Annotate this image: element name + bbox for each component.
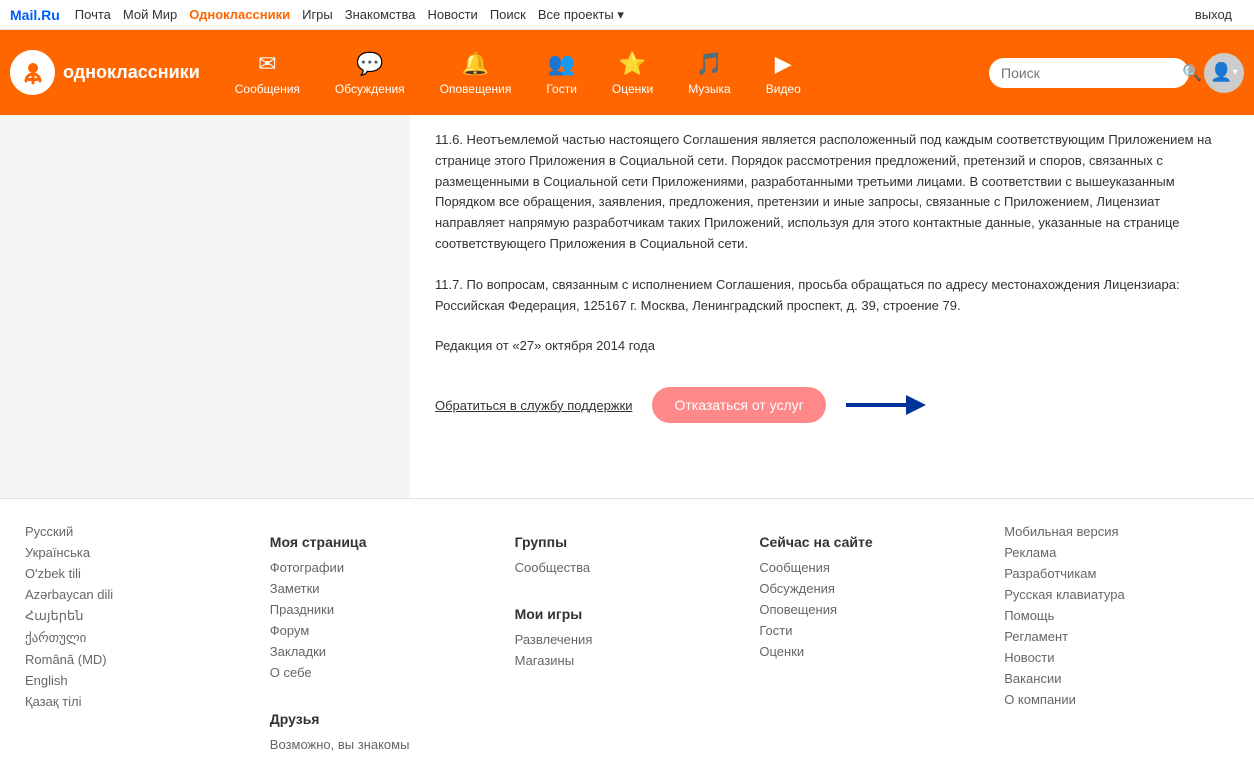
footer-regulations[interactable]: Регламент <box>1004 629 1229 644</box>
footer-my-games-title: Мои игры <box>515 606 740 622</box>
notifications-label: Оповещения <box>440 82 512 96</box>
nav-discussions[interactable]: 💬 Обсуждения <box>320 42 420 104</box>
mailru-logo[interactable]: Mail.Ru <box>10 7 60 23</box>
footer-keyboard[interactable]: Русская клавиатура <box>1004 587 1229 602</box>
footer-now-notifications[interactable]: Оповещения <box>759 602 984 617</box>
footer-news[interactable]: Новости <box>1004 650 1229 665</box>
footer-help[interactable]: Помощь <box>1004 608 1229 623</box>
nav-odnoklassniki[interactable]: Одноклассники <box>189 7 290 22</box>
lang-armenian[interactable]: Հայերեն <box>25 608 250 624</box>
nav-ratings[interactable]: ⭐ Оценки <box>597 42 668 104</box>
messages-icon: ✉ <box>253 50 281 78</box>
action-bar: Обратиться в службу поддержки Отказаться… <box>435 387 1229 423</box>
footer-communities[interactable]: Сообщества <box>515 560 740 575</box>
footer-holidays[interactable]: Праздники <box>270 602 495 617</box>
footer-groups-games: Группы Сообщества Мои игры Развлечения М… <box>505 524 750 758</box>
footer-bookmarks[interactable]: Закладки <box>270 644 495 659</box>
footer-now-on-site: Сейчас на сайте Сообщения Обсуждения Опо… <box>749 524 994 758</box>
revision-text: Редакция от «27» октября 2014 года <box>435 336 1229 357</box>
ok-header: одноклассники ✉ Сообщения 💬 Обсуждения 🔔… <box>0 30 1254 115</box>
video-label: Видео <box>766 82 801 96</box>
ratings-label: Оценки <box>612 82 653 96</box>
search-box: 🔍 <box>989 58 1189 88</box>
nav-allprojects[interactable]: Все проекты ▾ <box>538 7 624 23</box>
logout-link[interactable]: выход <box>1195 7 1232 22</box>
nav-igry[interactable]: Игры <box>302 7 333 22</box>
nav-music[interactable]: 🎵 Музыка <box>673 42 745 104</box>
lang-romanian[interactable]: Română (MD) <box>25 652 250 667</box>
footer-my-page-title: Моя страница <box>270 534 495 550</box>
nav-znakomstva[interactable]: Знакомства <box>345 7 416 22</box>
lang-english[interactable]: English <box>25 673 250 688</box>
main-wrapper: 11.6. Неотъемлемой частью настоящего Сог… <box>0 115 1254 498</box>
footer-now-discussions[interactable]: Обсуждения <box>759 581 984 596</box>
nav-poisk[interactable]: Поиск <box>490 7 526 22</box>
footer-ads[interactable]: Реклама <box>1004 545 1229 560</box>
footer-now-title: Сейчас на сайте <box>759 534 984 550</box>
cancel-services-button[interactable]: Отказаться от услуг <box>652 387 825 423</box>
guests-icon: 👥 <box>548 50 576 78</box>
ok-logo-icon <box>10 50 55 95</box>
music-label: Музыка <box>688 82 730 96</box>
lang-uzbek[interactable]: O'zbek tili <box>25 566 250 581</box>
footer-now-ratings[interactable]: Оценки <box>759 644 984 659</box>
footer-groups-title: Группы <box>515 534 740 550</box>
messages-label: Сообщения <box>235 82 300 96</box>
footer: Русский Українська O'zbek tili Azərbayca… <box>0 498 1254 773</box>
footer-vacancies[interactable]: Вакансии <box>1004 671 1229 686</box>
footer-maybe-know[interactable]: Возможно, вы знакомы <box>270 737 495 752</box>
nav-novosti[interactable]: Новости <box>427 7 477 22</box>
video-icon: ▶ <box>769 50 797 78</box>
ratings-icon: ⭐ <box>619 50 647 78</box>
lang-russian[interactable]: Русский <box>25 524 250 539</box>
footer-about[interactable]: О себе <box>270 665 495 680</box>
paragraph-2: 11.7. По вопросам, связанным с исполнени… <box>435 275 1229 317</box>
footer-my-page: Моя страница Фотографии Заметки Праздник… <box>260 524 505 758</box>
nav-notifications[interactable]: 🔔 Оповещения <box>425 42 527 104</box>
user-avatar[interactable]: 👤 ▾ <box>1204 53 1244 93</box>
nav-pochta[interactable]: Почта <box>75 7 111 22</box>
lang-azerbaijani[interactable]: Azərbaycan dili <box>25 587 250 602</box>
paragraph-1: 11.6. Неотъемлемой частью настоящего Сог… <box>435 130 1229 255</box>
search-button[interactable]: 🔍 <box>1182 63 1202 83</box>
footer-entertainment[interactable]: Развлечения <box>515 632 740 647</box>
footer-now-guests[interactable]: Гости <box>759 623 984 638</box>
ok-nav-items: ✉ Сообщения 💬 Обсуждения 🔔 Оповещения 👥 … <box>220 42 989 104</box>
footer-misc: Мобильная версия Реклама Разработчикам Р… <box>994 524 1239 758</box>
nav-video[interactable]: ▶ Видео <box>751 42 816 104</box>
search-input[interactable] <box>1001 65 1182 81</box>
ok-logo-text: одноклассники <box>63 62 200 83</box>
footer-developers[interactable]: Разработчикам <box>1004 566 1229 581</box>
content-area: 11.6. Неотъемлемой частью настоящего Сог… <box>410 115 1254 498</box>
lang-georgian[interactable]: ქართული <box>25 630 250 646</box>
nav-moimir[interactable]: Мой Мир <box>123 7 177 22</box>
notifications-icon: 🔔 <box>461 50 489 78</box>
footer-photos[interactable]: Фотографии <box>270 560 495 575</box>
music-icon: 🎵 <box>695 50 723 78</box>
nav-messages[interactable]: ✉ Сообщения <box>220 42 315 104</box>
discussions-label: Обсуждения <box>335 82 405 96</box>
footer-mobile[interactable]: Мобильная версия <box>1004 524 1229 539</box>
ok-logo[interactable]: одноклассники <box>10 50 200 95</box>
avatar-dropdown-icon: ▾ <box>1233 67 1238 78</box>
discussions-icon: 💬 <box>356 50 384 78</box>
guests-label: Гости <box>546 82 577 96</box>
avatar-icon: 👤 <box>1210 62 1232 83</box>
lang-kazakh[interactable]: Қазақ тілі <box>25 694 250 709</box>
footer-shops[interactable]: Магазины <box>515 653 740 668</box>
footer-about-company[interactable]: О компании <box>1004 692 1229 707</box>
footer-now-messages[interactable]: Сообщения <box>759 560 984 575</box>
footer-forum[interactable]: Форум <box>270 623 495 638</box>
top-nav: Mail.Ru Почта Мой Мир Одноклассники Игры… <box>0 0 1254 30</box>
arrow-indicator <box>846 390 926 420</box>
footer-notes[interactable]: Заметки <box>270 581 495 596</box>
nav-guests[interactable]: 👥 Гости <box>531 42 592 104</box>
footer-languages: Русский Українська O'zbek tili Azərbayca… <box>15 524 260 758</box>
sidebar <box>0 115 410 498</box>
support-link[interactable]: Обратиться в службу поддержки <box>435 398 632 413</box>
lang-ukrainian[interactable]: Українська <box>25 545 250 560</box>
footer-friends-title: Друзья <box>270 711 495 727</box>
